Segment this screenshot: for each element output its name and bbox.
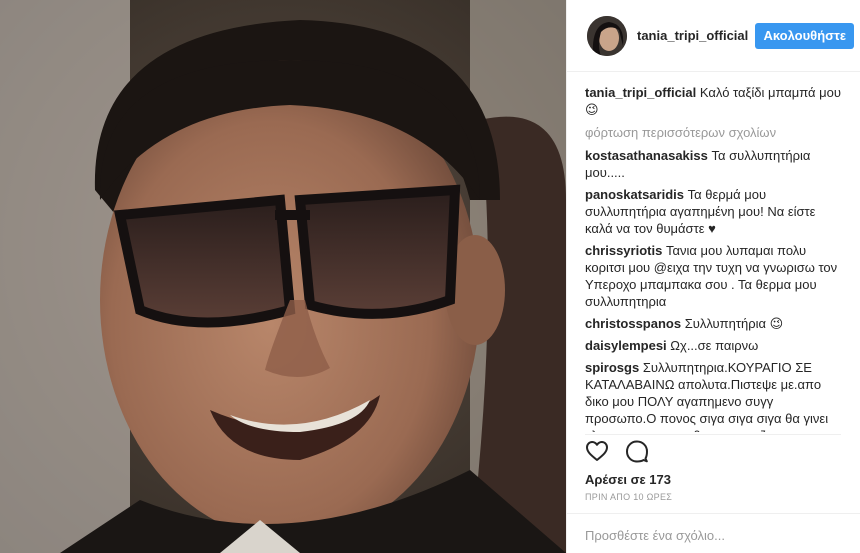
post-actions (585, 438, 665, 466)
comment-username[interactable]: panoskatsaridis (585, 187, 684, 202)
comment-item: chrissyriotis Τανια μου λυπαμαι πολυ κορ… (585, 242, 841, 310)
add-comment-input[interactable] (585, 525, 841, 545)
comment-item: panoskatsaridis Τα θερμά μου συλλυπητήρι… (585, 186, 841, 237)
post-timestamp[interactable]: ΠΡΙΝ ΑΠΟ 10 ΩΡΕΣ (585, 492, 672, 502)
avatar[interactable] (587, 15, 627, 56)
comment-username[interactable]: spirosgs (585, 360, 639, 375)
comment-item: kostasathanasakiss Τα συλλυπητήρια μου..… (585, 147, 841, 181)
add-comment-bar (567, 513, 860, 553)
comments-list[interactable]: tania_tripi_official Καλό ταξίδι μπαμπά … (585, 84, 841, 432)
comment-text: Ωχ...σε παιρνω (670, 338, 759, 353)
portrait-photo (0, 0, 566, 553)
comment-username[interactable]: kostasathanasakiss (585, 148, 708, 163)
post-header: tania_tripi_official Ακολουθήστε (567, 0, 860, 72)
load-more-comments-link[interactable]: φόρτωση περισσότερων σχολίων (585, 124, 841, 141)
caption: tania_tripi_official Καλό ταξίδι μπαμπά … (585, 84, 841, 118)
comment-bubble-icon[interactable] (625, 439, 651, 465)
comment-item: christosspanos Συλλυπητήρια 😉 (585, 315, 841, 332)
comment-text: Συλλυπητήρια 😉 (684, 316, 784, 331)
caption-username[interactable]: tania_tripi_official (585, 85, 696, 100)
comment-username[interactable]: chrissyriotis (585, 243, 662, 258)
follow-button[interactable]: Ακολουθήστε (755, 22, 854, 49)
post-sidebar: tania_tripi_official Ακολουθήστε tania_t… (566, 0, 860, 553)
actions-divider (585, 434, 841, 435)
comment-username[interactable]: christosspanos (585, 316, 681, 331)
heart-icon[interactable] (585, 439, 611, 465)
comment-username[interactable]: daisylempesi (585, 338, 667, 353)
comment-item: spirosgs Συλλυπητηρια.ΚΟΥΡΑΓΙΟ ΣΕ ΚΑΤΑΛΑ… (585, 359, 841, 432)
likes-count[interactable]: Αρέσει σε 173 (585, 472, 671, 487)
post-photo[interactable] (0, 0, 566, 553)
post-owner-username[interactable]: tania_tripi_official (637, 28, 755, 43)
avatar-image (587, 15, 627, 56)
comment-item: daisylempesi Ωχ...σε παιρνω (585, 337, 841, 354)
